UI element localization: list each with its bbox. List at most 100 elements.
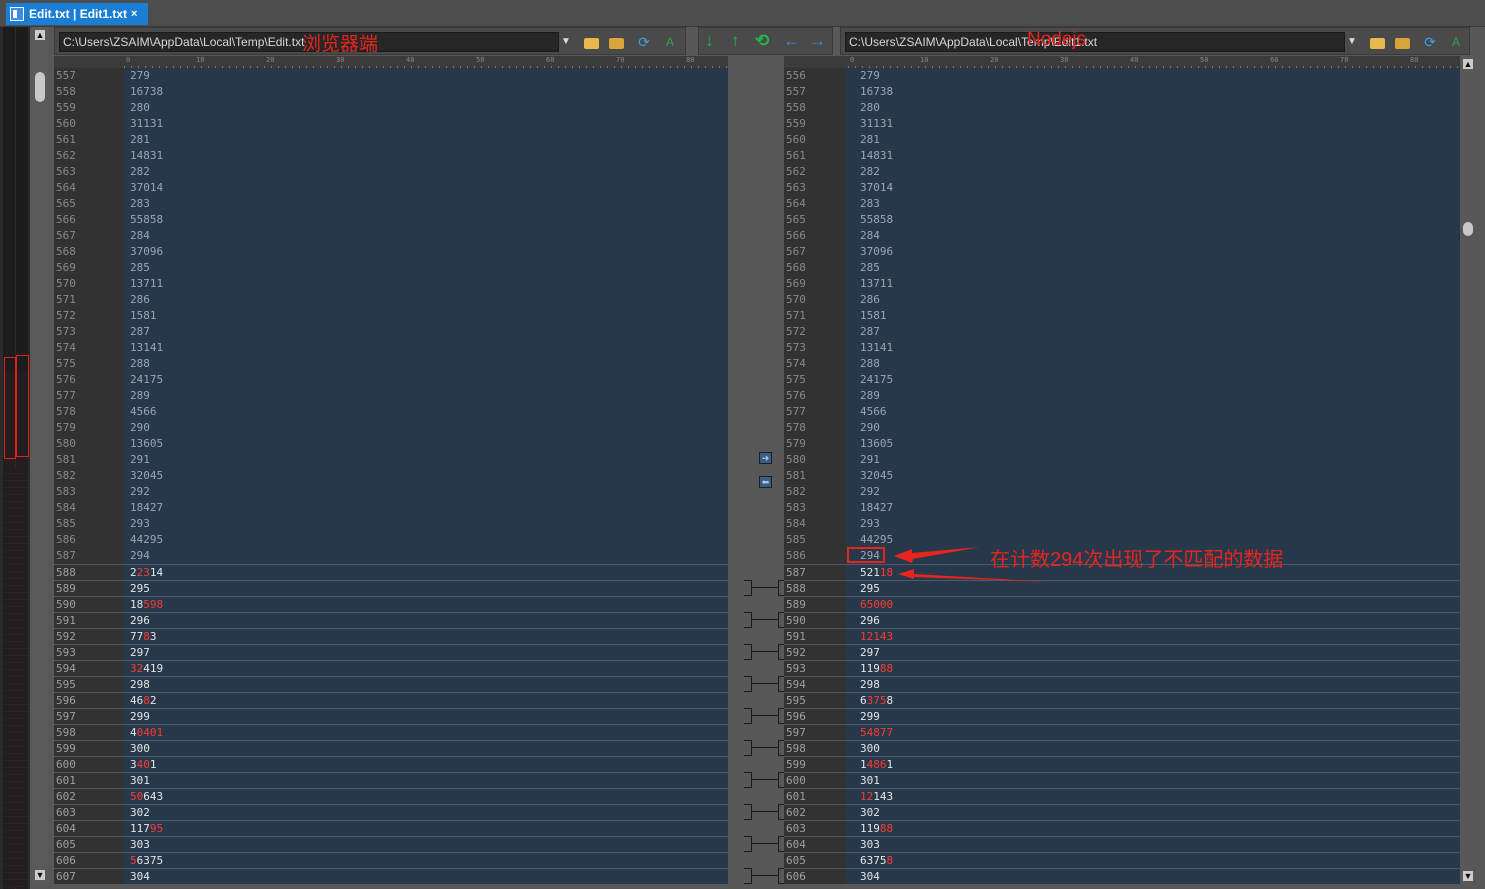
left-line-row[interactable]: 594 32419 — [54, 660, 728, 676]
left-line-row[interactable]: 596 4682 — [54, 692, 728, 708]
right-line-row[interactable]: 560 281 — [784, 132, 1460, 148]
left-line-row[interactable]: 564 37014 — [54, 180, 728, 196]
right-line-row[interactable]: 596 299 — [784, 708, 1460, 724]
right-line-row[interactable]: 565 55858 — [784, 212, 1460, 228]
right-line-row[interactable]: 576 289 — [784, 388, 1460, 404]
right-line-row[interactable]: 592 297 — [784, 644, 1460, 660]
right-line-row[interactable]: 606 304 — [784, 868, 1460, 884]
left-line-row[interactable]: 559 280 — [54, 100, 728, 116]
left-line-row[interactable]: 603 302 — [54, 804, 728, 820]
left-line-row[interactable]: 574 13141 — [54, 340, 728, 356]
scroll-down-icon[interactable]: ▼ — [1463, 871, 1473, 881]
left-line-row[interactable]: 597 299 — [54, 708, 728, 724]
right-line-row[interactable]: 567 37096 — [784, 244, 1460, 260]
tab-compare[interactable]: Edit.txt | Edit1.txt × — [6, 3, 148, 25]
right-line-row[interactable]: 594 298 — [784, 676, 1460, 692]
left-outer-scrollbar[interactable]: ▲ ▼ — [32, 27, 48, 885]
right-line-row[interactable]: 571 1581 — [784, 308, 1460, 324]
right-line-row[interactable]: 597 54877 — [784, 724, 1460, 740]
left-line-row[interactable]: 571 286 — [54, 292, 728, 308]
left-line-row[interactable]: 601 301 — [54, 772, 728, 788]
left-line-row[interactable]: 570 13711 — [54, 276, 728, 292]
right-line-row[interactable]: 573 13141 — [784, 340, 1460, 356]
left-line-row[interactable]: 563 282 — [54, 164, 728, 180]
copy-to-right-icon[interactable]: ➜ — [759, 452, 772, 464]
left-line-row[interactable]: 585 293 — [54, 516, 728, 532]
scroll-thumb[interactable] — [1463, 222, 1473, 236]
right-line-row[interactable]: 562 282 — [784, 164, 1460, 180]
left-line-row[interactable]: 569 285 — [54, 260, 728, 276]
right-line-row[interactable]: 558 280 — [784, 100, 1460, 116]
left-line-row[interactable]: 561 281 — [54, 132, 728, 148]
right-line-row[interactable]: 570 286 — [784, 292, 1460, 308]
left-line-row[interactable]: 580 13605 — [54, 436, 728, 452]
copy-left-icon[interactable]: ← — [783, 31, 800, 51]
open-folder-icon[interactable] — [584, 38, 599, 49]
left-line-row[interactable]: 557 279 — [54, 68, 728, 84]
right-line-row[interactable]: 575 24175 — [784, 372, 1460, 388]
left-line-row[interactable]: 595 298 — [54, 676, 728, 692]
right-line-row[interactable]: 559 31131 — [784, 116, 1460, 132]
right-line-row[interactable]: 569 13711 — [784, 276, 1460, 292]
left-line-row[interactable]: 599 300 — [54, 740, 728, 756]
right-line-row[interactable]: 604 303 — [784, 836, 1460, 852]
scroll-up-icon[interactable]: ▲ — [35, 30, 45, 40]
right-path-input[interactable]: C:\Users\ZSAIM\AppData\Local\Temp\Edit1.… — [845, 32, 1345, 52]
left-editor-pane[interactable]: 557 279 558 16738 559 280 560 31131 561 281 562 148… — [54, 68, 728, 884]
right-editor-pane[interactable]: 556 279 557 16738 558 280 559 31131 560 281 561 148… — [784, 68, 1460, 884]
chevron-down-icon[interactable]: ▼ — [1345, 32, 1359, 52]
left-line-row[interactable]: 590 18598 — [54, 596, 728, 612]
right-line-row[interactable]: 599 14861 — [784, 756, 1460, 772]
copy-to-left-icon[interactable]: ⬅ — [759, 476, 772, 488]
right-line-row[interactable]: 557 16738 — [784, 84, 1460, 100]
left-line-row[interactable]: 606 56375 — [54, 852, 728, 868]
left-line-row[interactable]: 583 292 — [54, 484, 728, 500]
left-line-row[interactable]: 587 294 — [54, 548, 728, 564]
right-line-row[interactable]: 583 18427 — [784, 500, 1460, 516]
right-pane-scrollbar[interactable]: ▲ ▼ — [1460, 56, 1476, 884]
left-line-row[interactable]: 598 40401 — [54, 724, 728, 740]
right-line-row[interactable]: 578 290 — [784, 420, 1460, 436]
location-viewport-left[interactable] — [4, 357, 16, 459]
left-line-row[interactable]: 593 297 — [54, 644, 728, 660]
left-line-row[interactable]: 572 1581 — [54, 308, 728, 324]
left-line-row[interactable]: 582 32045 — [54, 468, 728, 484]
close-icon[interactable]: × — [131, 8, 137, 20]
right-line-row[interactable]: 581 32045 — [784, 468, 1460, 484]
right-line-row[interactable]: 574 288 — [784, 356, 1460, 372]
open-folder-icon[interactable] — [1370, 38, 1385, 49]
right-line-row[interactable]: 579 13605 — [784, 436, 1460, 452]
copy-right-icon[interactable]: → — [809, 31, 826, 51]
left-line-row[interactable]: 581 291 — [54, 452, 728, 468]
right-line-row[interactable]: 589 65000 — [784, 596, 1460, 612]
left-line-row[interactable]: 560 31131 — [54, 116, 728, 132]
left-line-row[interactable]: 568 37096 — [54, 244, 728, 260]
left-line-row[interactable]: 573 287 — [54, 324, 728, 340]
left-line-row[interactable]: 605 303 — [54, 836, 728, 852]
location-viewport-right[interactable] — [16, 355, 29, 457]
right-line-row[interactable]: 563 37014 — [784, 180, 1460, 196]
right-line-row[interactable]: 593 11988 — [784, 660, 1460, 676]
left-line-row[interactable]: 578 4566 — [54, 404, 728, 420]
left-line-row[interactable]: 584 18427 — [54, 500, 728, 516]
right-line-row[interactable]: 602 302 — [784, 804, 1460, 820]
refresh-icon[interactable]: ⟳ — [635, 34, 653, 50]
scroll-up-icon[interactable]: ▲ — [1463, 59, 1473, 69]
left-line-row[interactable]: 607 304 — [54, 868, 728, 884]
previous-difference-icon[interactable]: ↑ — [731, 31, 740, 51]
right-line-row[interactable]: 590 296 — [784, 612, 1460, 628]
left-line-row[interactable]: 586 44295 — [54, 532, 728, 548]
recompare-icon[interactable]: ⟲ — [755, 31, 769, 51]
left-line-row[interactable]: 562 14831 — [54, 148, 728, 164]
left-line-row[interactable]: 592 7783 — [54, 628, 728, 644]
right-line-row[interactable]: 564 283 — [784, 196, 1460, 212]
right-line-row[interactable]: 561 14831 — [784, 148, 1460, 164]
right-line-row[interactable]: 598 300 — [784, 740, 1460, 756]
left-line-row[interactable]: 589 295 — [54, 580, 728, 596]
left-line-row[interactable]: 591 296 — [54, 612, 728, 628]
right-line-row[interactable]: 568 285 — [784, 260, 1460, 276]
save-folder-icon[interactable] — [609, 38, 624, 49]
right-line-row[interactable]: 582 292 — [784, 484, 1460, 500]
font-icon[interactable]: A — [661, 34, 679, 50]
left-line-row[interactable]: 567 284 — [54, 228, 728, 244]
